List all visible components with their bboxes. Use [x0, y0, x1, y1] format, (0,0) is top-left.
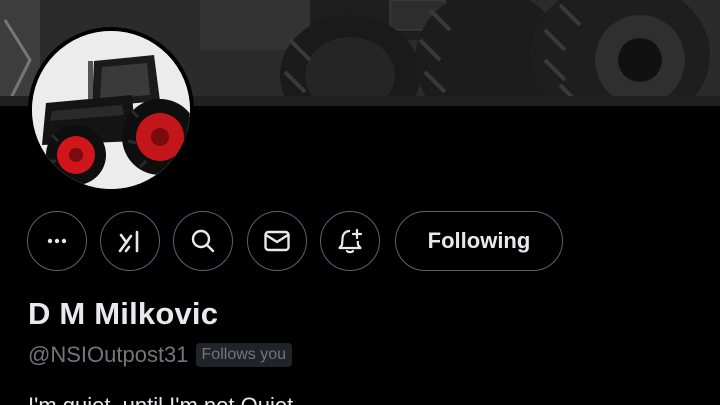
avatar-image — [32, 31, 190, 189]
display-name: D M Milkovic — [28, 296, 219, 331]
following-button[interactable]: Following — [395, 211, 563, 271]
follows-you-badge: Follows you — [195, 343, 293, 367]
more-dots-icon — [47, 238, 67, 244]
grok-icon — [118, 230, 139, 253]
envelope-icon — [264, 230, 290, 252]
message-button[interactable] — [247, 211, 307, 271]
profile-avatar[interactable] — [28, 27, 194, 193]
profile-bio: I'm quiet, until I'm not Quiet. — [28, 393, 299, 405]
search-button[interactable] — [173, 211, 233, 271]
notify-button[interactable] — [320, 211, 380, 271]
handle-row: @NSIOutpost31 Follows you — [28, 342, 293, 368]
profile-page: Following D M Milkovic @NSIOutpost31 Fol… — [0, 0, 720, 405]
search-icon — [191, 229, 215, 253]
bell-plus-icon — [338, 228, 363, 254]
grok-button[interactable] — [100, 211, 160, 271]
more-button[interactable] — [27, 211, 87, 271]
user-handle: @NSIOutpost31 — [28, 342, 189, 367]
